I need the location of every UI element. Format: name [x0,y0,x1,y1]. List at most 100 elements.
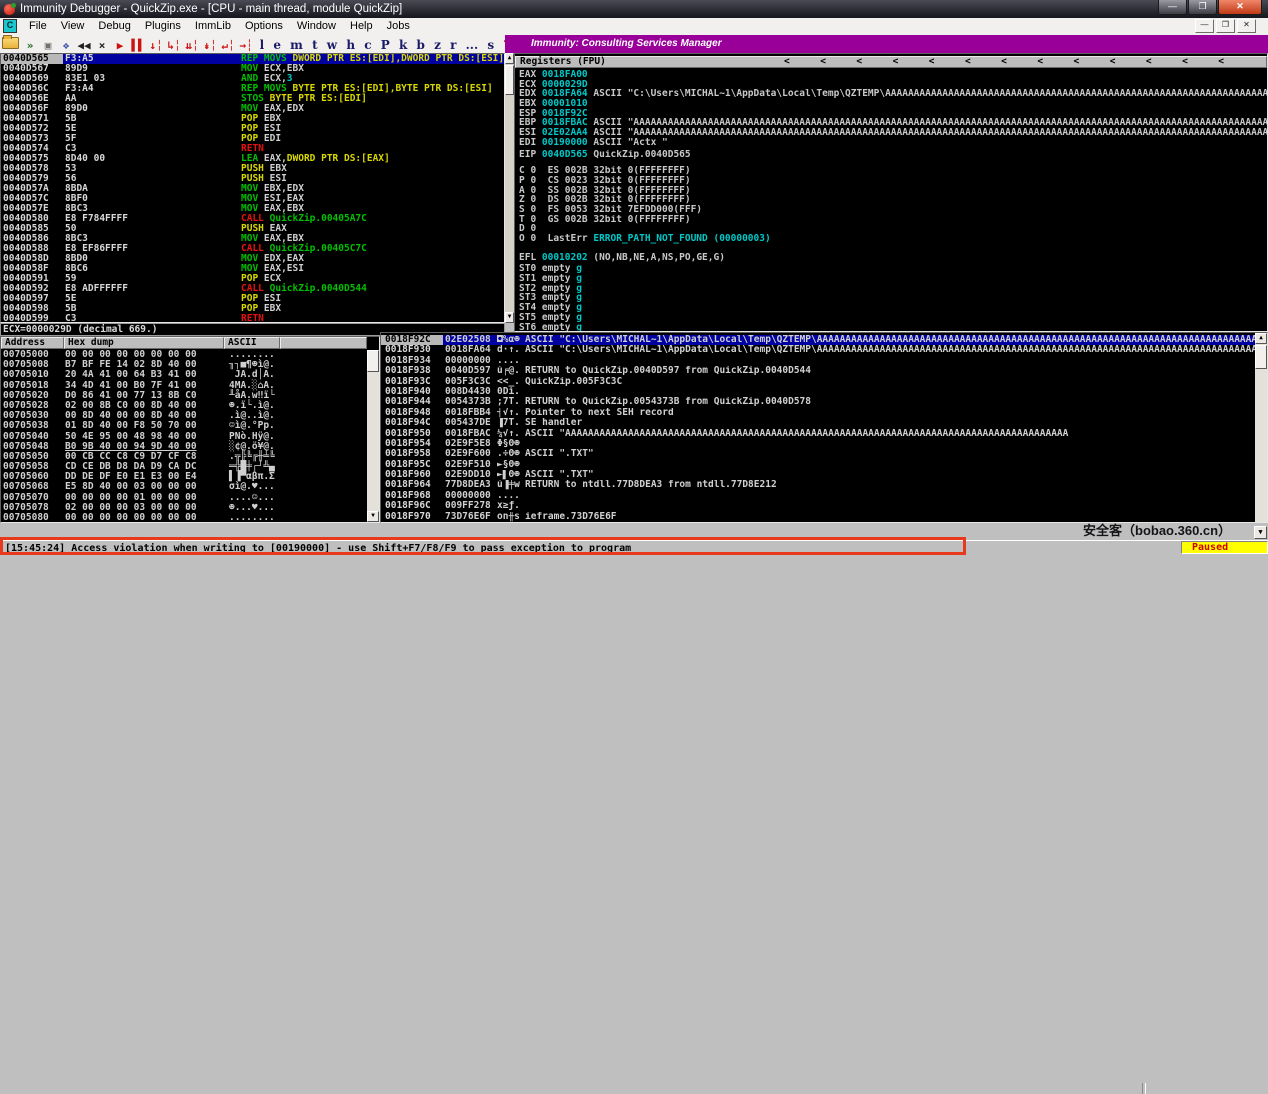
menu-window[interactable]: Window [290,19,343,33]
toolbar-until-return-icon[interactable]: ↵╎ [221,38,235,54]
toolbar-step-into-icon[interactable]: ↓╎ [149,38,163,54]
toolbar-go-to-icon[interactable]: →┆ [239,38,253,54]
stack-scrollbar[interactable]: ▲ [1255,333,1267,522]
register-row[interactable]: O 0 LastErr ERROR_PATH_NOT_FOUND (000000… [515,234,1267,244]
register-row[interactable]: T 0 GS 002B 32bit 0(FFFFFFFF) [515,215,1267,225]
stack-row[interactable]: 0018F934 00000000.... [381,355,1255,366]
toolbar-letter-r[interactable]: r [450,38,456,52]
dump-row[interactable]: 00705080 00 00 00 00 00 00 00 00........ [1,512,366,522]
register-row[interactable]: S 0 FS 0053 32bit 7EFDD000(FFF) [515,205,1267,215]
toolbar-letter-e[interactable]: e [273,38,281,52]
toolbar-windows-icon[interactable]: ❖ [59,38,73,54]
register-row[interactable]: ECX 0000029D [515,80,1267,90]
toolbar-letter-z[interactable]: z [434,38,441,52]
scroll-down-button[interactable]: ▼ [1254,526,1267,539]
toolbar-step-over-icon[interactable]: ↳╎ [167,38,181,54]
stack-row[interactable]: 0018F940 008D4430 0Dì. [381,386,1255,397]
disasm-row[interactable]: 0040D599 C3 RETN [1,314,504,323]
scrollbar-thumb[interactable] [1255,345,1267,369]
menu-options[interactable]: Options [238,19,290,33]
register-row[interactable]: D 0 [515,224,1267,234]
scroll-down-button[interactable]: ▼ [505,312,514,323]
register-row[interactable]: EBX 00001010 [515,99,1267,109]
toolbar-trace-over-icon[interactable]: ↡╎ [203,38,217,54]
disasm-scrollbar[interactable]: ▲ ▼ [505,53,514,323]
mdi-minimize-button[interactable]: — [1195,19,1214,33]
menu-help[interactable]: Help [343,19,380,33]
stack-row[interactable]: 0018F968 00000000.... [381,490,1255,501]
register-row[interactable]: ST3 empty g [515,293,1267,303]
scroll-down-button[interactable]: ▼ [367,511,379,522]
stack-row[interactable]: 0018F95C 02E9F510 ►§Θ☻ [381,459,1255,470]
stack-row[interactable]: 0018F970 73D76E6F on╫s ieframe.73D76E6F [381,511,1255,522]
register-row[interactable]: ST2 empty g [515,284,1267,294]
scrollbar-thumb[interactable] [505,65,514,95]
stack-row[interactable]: 0018F960 02E9DD10 ►▌Θ☻ ASCII ".TXT" [381,469,1255,480]
stack-row[interactable]: 0018F938 0040D597 ù╒@. RETURN to QuickZip.0… [381,365,1255,376]
menu-view[interactable]: View [54,19,92,33]
stack-row[interactable]: 0018F94C 005437DE ▐7T. SE handler [381,417,1255,428]
menu-file[interactable]: File [22,19,54,33]
register-row[interactable]: C 0 ES 002B 32bit 0(FFFFFFFF) [515,166,1267,176]
toolbar-close-program-icon[interactable]: ▣ [41,38,55,54]
menu-jobs[interactable]: Jobs [380,19,417,33]
register-row[interactable]: ST4 empty g [515,303,1267,313]
stack-row[interactable]: 0018F948 0018FBB4 ┤√↑. Pointer to next SEH … [381,407,1255,418]
register-row[interactable]: EAX 0018FA00 [515,70,1267,80]
toolbar-letter-c[interactable]: c [364,38,371,52]
stack-row[interactable]: 0018F964 77D8DEA3 ú▐╪w RETURN to ntdll.77D8… [381,480,1255,491]
register-row[interactable]: EBP 0018FBAC ASCII "AAAAAAAAAAAAAAAAAAAA… [515,118,1267,128]
stack-row[interactable]: 0018F92C 02E02508 ◘%α☻ ASCII "C:\Users\MICH… [381,334,1255,346]
toolbar-letter-t[interactable]: t [312,38,318,52]
register-row[interactable]: EIP 0040D565 QuickZip.0040D565 [515,150,1267,160]
menu-plugins[interactable]: Plugins [138,19,188,33]
toolbar-open-file-icon[interactable] [2,34,19,49]
register-row[interactable]: EDI 00190000 ASCII "Actx " [515,138,1267,148]
toolbar-restart-icon[interactable]: » [23,38,37,54]
minimize-button[interactable]: — [1158,0,1187,15]
stack-row[interactable]: 0018F93C 005F3C3C <<_. QuickZip.005F3C3C [381,376,1255,387]
register-row[interactable]: ST0 empty g [515,264,1267,274]
register-row[interactable]: EDX 0018FA64 ASCII "C:\Users\MICHAL~1\Ap… [515,89,1267,99]
toolbar-rewind-icon[interactable]: ◀◀ [77,38,91,54]
toolbar-letter-k[interactable]: k [399,38,407,52]
stack-row[interactable]: 0018F944 0054373B ;7T. RETURN to QuickZip.0… [381,396,1255,407]
scroll-up-button[interactable]: ▲ [1255,333,1267,344]
register-row[interactable]: P 0 CS 0023 32bit 0(FFFFFFFF) [515,176,1267,186]
register-row[interactable]: A 0 SS 002B 32bit 0(FFFFFFFF) [515,186,1267,196]
register-row[interactable]: ST1 empty g [515,274,1267,284]
stack-row[interactable]: 0018F954 02E9F5E8 Φ§Θ☻ [381,438,1255,449]
toolbar-run-icon[interactable]: ▶ [113,38,127,54]
menu-immlib[interactable]: ImmLib [188,19,238,33]
toolbar-letter-l[interactable]: l [260,38,265,52]
toolbar-letter-m[interactable]: m [290,38,303,52]
register-row[interactable]: ST5 empty g [515,313,1267,323]
toolbar-letter-s[interactable]: s [487,38,494,52]
register-row[interactable]: Z 0 DS 002B 32bit 0(FFFFFFFF) [515,195,1267,205]
register-row[interactable]: ESI 02E02AA4 ASCII "AAAAAAAAAAAAAAAAAAAA… [515,128,1267,138]
mdi-restore-button[interactable]: ❐ [1216,19,1235,33]
toolbar-letter-w[interactable]: w [327,38,337,52]
toolbar-letter-b[interactable]: b [416,38,424,52]
toolbar-trace-into-icon[interactable]: ⇊╎ [185,38,199,54]
scroll-up-button[interactable]: ▲ [505,53,514,64]
stack-row[interactable]: 0018F958 02E9F600 .÷Θ☻ ASCII ".TXT" [381,448,1255,459]
toolbar-letter-dots[interactable]: ... [466,38,479,52]
toolbar-stop-icon[interactable]: × [95,38,109,54]
register-row[interactable]: ST6 empty g [515,323,1267,332]
menu-debug[interactable]: Debug [91,19,137,33]
maximize-button[interactable]: ❐ [1188,0,1217,15]
dump-row[interactable]: 00705038 01 8D 40 00 F8 50 70 00 ☺ì@.°Pp. [1,421,366,431]
scrollbar-thumb[interactable] [367,350,379,372]
close-button[interactable]: ✕ [1218,0,1262,15]
register-row[interactable]: ESP 0018F92C [515,109,1267,119]
stack-row[interactable]: 0018F930 0018FA64 d·↑. ASCII "C:\Users\MICH… [381,344,1255,355]
toolbar-letter-P[interactable]: P [381,38,390,52]
toolbar-letter-h[interactable]: h [346,38,355,52]
toolbar-pause-icon[interactable]: ▌▌ [131,38,145,54]
register-row[interactable]: EFL 00010202 (NO,NB,NE,A,NS,PO,GE,G) [515,253,1267,263]
stack-row[interactable]: 0018F950 0018FBAC ¼√↑. ASCII "AAAAAAAAAAAAA… [381,428,1255,439]
stack-row[interactable]: 0018F96C 009FF278 x≥ƒ. [381,500,1255,511]
mdi-close-button[interactable]: ✕ [1237,19,1256,33]
dump-scrollbar[interactable]: ▼ [367,350,379,522]
